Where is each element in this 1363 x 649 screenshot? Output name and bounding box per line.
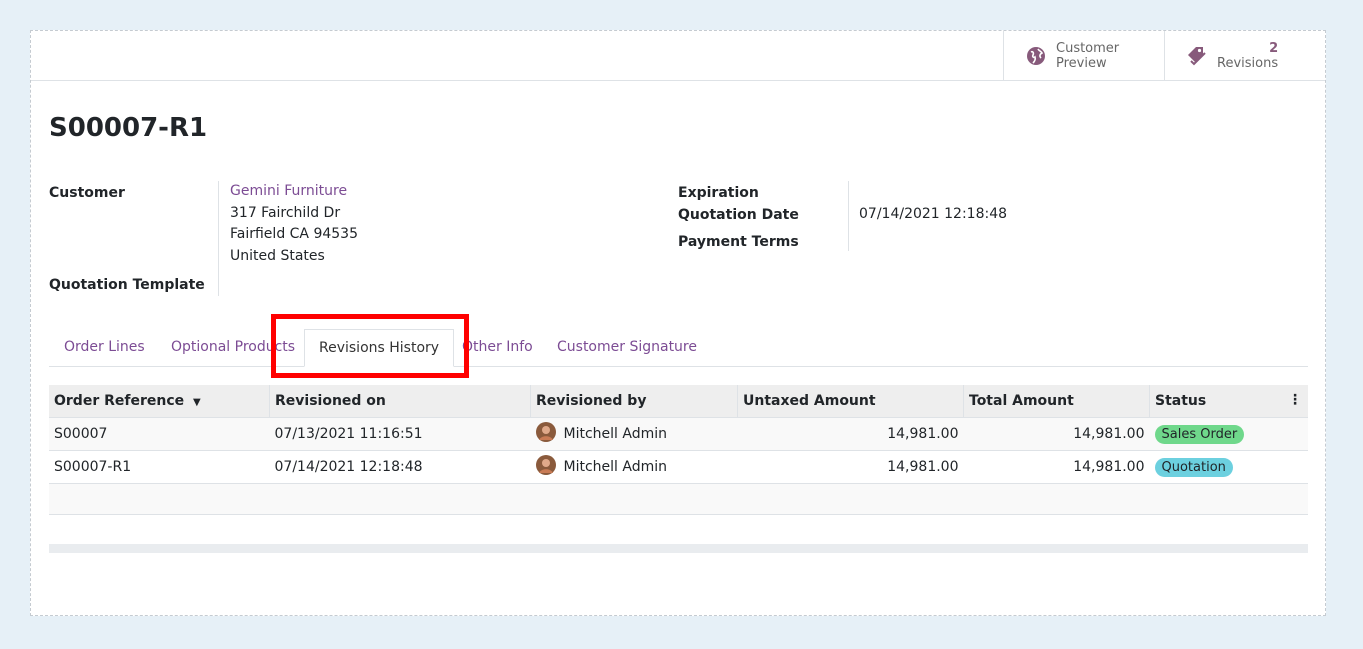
customer-preview-button[interactable]: Customer Preview bbox=[1003, 31, 1165, 80]
row-untaxed-amount: 14,981.00 bbox=[737, 417, 964, 451]
col-untaxed-amount[interactable]: Untaxed Amount bbox=[737, 385, 964, 418]
notebook-tabs: Order Lines Optional Products Revisions … bbox=[49, 329, 1308, 367]
row-status: Quotation bbox=[1149, 450, 1308, 484]
customer-preview-line2: Preview bbox=[1056, 55, 1107, 71]
revisions-count: 2 bbox=[1269, 40, 1279, 56]
table-row[interactable]: S00007-R1 07/14/2021 12:18:48 Mitchell A… bbox=[49, 450, 1308, 484]
tab-other-info[interactable]: Other Info bbox=[462, 329, 533, 366]
record-title: S00007-R1 bbox=[49, 113, 208, 143]
row-untaxed-amount: 14,981.00 bbox=[737, 450, 964, 484]
status-badge: Sales Order bbox=[1154, 424, 1245, 444]
row-revisioned-by: Mitchell Admin bbox=[530, 450, 738, 484]
avatar bbox=[535, 422, 556, 446]
tab-order-lines[interactable]: Order Lines bbox=[64, 329, 145, 366]
revisions-button[interactable]: 2 Revisions bbox=[1164, 31, 1326, 80]
col-total-amount[interactable]: Total Amount bbox=[963, 385, 1150, 418]
revisions-label: Revisions bbox=[1217, 55, 1279, 71]
tab-optional-products[interactable]: Optional Products bbox=[171, 329, 295, 366]
tab-revisions-history[interactable]: Revisions History bbox=[304, 329, 455, 367]
col-status[interactable]: Status ⋮ bbox=[1149, 385, 1308, 418]
customer-preview-line1: Customer bbox=[1056, 40, 1120, 56]
field-separator-left bbox=[218, 181, 219, 296]
customer-link[interactable]: Gemini Furniture bbox=[230, 183, 347, 199]
empty-row bbox=[49, 514, 1308, 545]
col-revisioned-on[interactable]: Revisioned on bbox=[269, 385, 531, 418]
address-line3: United States bbox=[230, 247, 325, 264]
col-revisioned-by[interactable]: Revisioned by bbox=[530, 385, 738, 418]
field-separator-right bbox=[848, 181, 849, 251]
customer-field: Gemini Furniture 317 Fairchild Dr Fairfi… bbox=[230, 181, 358, 267]
quotation-date-value: 07/14/2021 12:18:48 bbox=[859, 206, 1008, 222]
form-sheet: Customer Preview 2 Revisions S00007-R1 C… bbox=[30, 30, 1326, 616]
row-revisioned-on: 07/14/2021 12:18:48 bbox=[269, 450, 531, 484]
tab-customer-signature[interactable]: Customer Signature bbox=[557, 329, 697, 366]
globe-icon bbox=[1018, 46, 1054, 66]
kebab-icon[interactable]: ⋮ bbox=[1288, 392, 1302, 408]
row-order-ref: S00007-R1 bbox=[49, 450, 270, 484]
address-line1: 317 Fairchild Dr bbox=[230, 204, 341, 221]
smart-button-box: Customer Preview 2 Revisions bbox=[31, 31, 1325, 81]
empty-row bbox=[49, 483, 1308, 515]
quotation-date-label: Quotation Date bbox=[678, 207, 799, 223]
table-row[interactable]: S00007 07/13/2021 11:16:51 Mitchell Admi… bbox=[49, 417, 1308, 451]
expiration-label: Expiration bbox=[678, 185, 759, 201]
customer-label: Customer bbox=[49, 185, 125, 201]
address-line2: Fairfield CA 94535 bbox=[230, 226, 358, 242]
row-revisioned-by: Mitchell Admin bbox=[530, 417, 738, 451]
status-badge: Quotation bbox=[1154, 457, 1233, 477]
table-footer bbox=[49, 544, 1308, 553]
tags-icon bbox=[1179, 45, 1215, 67]
row-total-amount: 14,981.00 bbox=[963, 417, 1150, 451]
payment-terms-label: Payment Terms bbox=[678, 234, 799, 250]
row-revisioned-on: 07/13/2021 11:16:51 bbox=[269, 417, 531, 451]
row-total-amount: 14,981.00 bbox=[963, 450, 1150, 484]
avatar bbox=[535, 455, 556, 479]
row-order-ref: S00007 bbox=[49, 417, 270, 451]
col-order-reference[interactable]: Order Reference ▼ bbox=[49, 385, 270, 418]
row-status: Sales Order bbox=[1149, 417, 1308, 451]
quotation-template-label: Quotation Template bbox=[49, 277, 205, 293]
caret-down-icon: ▼ bbox=[193, 397, 201, 408]
revisions-table: Order Reference ▼ Revisioned on Revision… bbox=[49, 385, 1308, 545]
